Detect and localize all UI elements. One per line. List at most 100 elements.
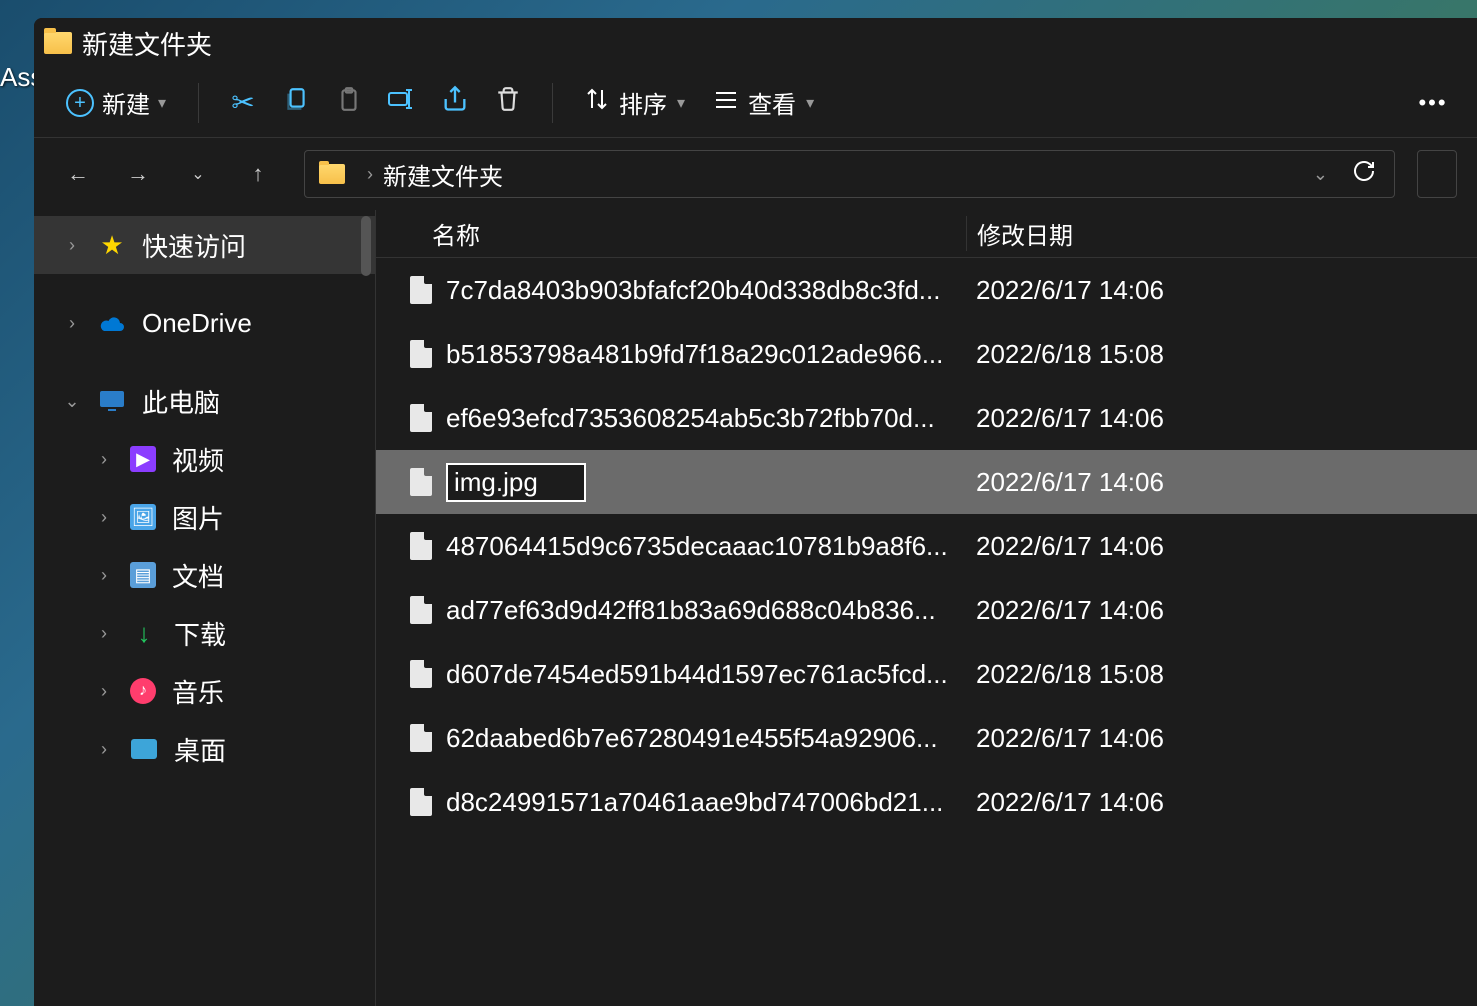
sort-icon [585, 87, 609, 118]
chevron-right-icon[interactable]: › [94, 739, 114, 760]
star-icon: ★ [98, 231, 126, 259]
chevron-right-icon[interactable]: › [94, 449, 114, 470]
document-icon: ▤ [130, 562, 156, 588]
file-icon [410, 660, 432, 688]
forward-button[interactable]: → [114, 150, 162, 198]
sidebar: › ★ 快速访问 › OneDrive ⌄ 此电脑 [34, 210, 376, 1006]
monitor-icon [98, 387, 126, 415]
chevron-down-icon[interactable]: ⌄ [1313, 164, 1328, 185]
paste-button[interactable] [325, 79, 373, 127]
scrollbar-thumb[interactable] [361, 216, 371, 276]
arrow-up-icon: ↑ [253, 161, 264, 187]
sidebar-item-downloads[interactable]: › ↓ 下载 [34, 604, 375, 662]
column-header-date[interactable]: 修改日期 [966, 216, 1477, 251]
sidebar-item-desktop[interactable]: › 桌面 [34, 720, 375, 778]
toolbar: + 新建 ▾ ✂ [34, 68, 1477, 138]
separator [198, 83, 199, 123]
file-name: 7c7da8403b903bfafcf20b40d338db8c3fd... [446, 275, 966, 306]
rename-input[interactable] [446, 463, 586, 502]
desktop-icon [130, 735, 158, 763]
chevron-down-icon: ▾ [158, 93, 166, 113]
recent-button[interactable]: ⌄ [174, 150, 222, 198]
chevron-down-icon: ▾ [677, 93, 685, 113]
copy-button[interactable] [272, 79, 320, 127]
sidebar-item-label: 音乐 [172, 673, 224, 710]
back-button[interactable]: ← [54, 150, 102, 198]
refresh-button[interactable] [1352, 159, 1376, 190]
chevron-down-icon[interactable]: ⌄ [62, 391, 82, 412]
sidebar-item-music[interactable]: › ♪ 音乐 [34, 662, 375, 720]
sidebar-item-label: 图片 [172, 499, 224, 536]
clipboard-icon [336, 85, 362, 120]
file-date: 2022/6/17 14:06 [966, 403, 1477, 434]
chevron-down-icon: ⌄ [191, 164, 204, 184]
sidebar-item-this-pc[interactable]: ⌄ 此电脑 [34, 372, 375, 430]
separator [552, 83, 553, 123]
file-date: 2022/6/17 14:06 [966, 723, 1477, 754]
chevron-right-icon[interactable]: › [62, 235, 82, 256]
rename-button[interactable] [378, 79, 426, 127]
sidebar-item-documents[interactable]: › ▤ 文档 [34, 546, 375, 604]
file-row[interactable]: d607de7454ed591b44d1597ec761ac5fcd...202… [376, 642, 1477, 706]
file-row[interactable]: 7c7da8403b903bfafcf20b40d338db8c3fd...20… [376, 258, 1477, 322]
file-icon [410, 532, 432, 560]
share-icon [441, 85, 469, 120]
file-row[interactable]: b51853798a481b9fd7f18a29c012ade966...202… [376, 322, 1477, 386]
new-button-label: 新建 [102, 85, 150, 120]
sidebar-item-pictures[interactable]: › 🖼 图片 [34, 488, 375, 546]
arrow-right-icon: → [127, 161, 149, 187]
search-box[interactable]: 🔍 [1417, 150, 1457, 198]
copy-icon [283, 85, 309, 120]
share-button[interactable] [431, 79, 479, 127]
address-folder[interactable]: 新建文件夹 [383, 157, 503, 192]
chevron-down-icon: ▾ [806, 93, 814, 113]
sidebar-item-label: 下载 [174, 615, 226, 652]
chevron-right-icon[interactable]: › [62, 313, 82, 334]
sort-button[interactable]: 排序 ▾ [573, 79, 697, 127]
rename-icon [387, 86, 417, 119]
chevron-right-icon[interactable]: › [94, 507, 114, 528]
view-button[interactable]: 查看 ▾ [702, 79, 826, 127]
arrow-left-icon: ← [67, 161, 89, 187]
file-list: 名称 修改日期 7c7da8403b903bfafcf20b40d338db8c… [376, 210, 1477, 1006]
download-icon: ↓ [130, 619, 158, 647]
file-row[interactable]: 2022/6/17 14:06 [376, 450, 1477, 514]
file-row[interactable]: ad77ef63d9d42ff81b83a69d688c04b836...202… [376, 578, 1477, 642]
address-bar[interactable]: › 新建文件夹 ⌄ [304, 150, 1395, 198]
file-row[interactable]: d8c24991571a70461aae9bd747006bd21...2022… [376, 770, 1477, 834]
video-icon: ▶ [130, 446, 156, 472]
file-icon [410, 340, 432, 368]
title-bar[interactable]: 新建文件夹 [34, 18, 1477, 68]
file-date: 2022/6/17 14:06 [966, 531, 1477, 562]
file-row[interactable]: 487064415d9c6735decaaac10781b9a8f6...202… [376, 514, 1477, 578]
sidebar-item-label: 文档 [172, 557, 224, 594]
chevron-right-icon[interactable]: › [94, 565, 114, 586]
file-name: ef6e93efcd7353608254ab5c3b72fbb70d... [446, 403, 966, 434]
more-button[interactable]: ••• [1409, 79, 1457, 127]
file-icon [410, 596, 432, 624]
view-icon [714, 89, 738, 117]
column-header-name[interactable]: 名称 [376, 216, 966, 251]
sidebar-item-quick-access[interactable]: › ★ 快速访问 [34, 216, 375, 274]
file-row[interactable]: 62daabed6b7e67280491e455f54a92906...2022… [376, 706, 1477, 770]
sidebar-item-label: 快速访问 [142, 227, 246, 264]
image-icon: 🖼 [130, 504, 156, 530]
file-row[interactable]: ef6e93efcd7353608254ab5c3b72fbb70d...202… [376, 386, 1477, 450]
chevron-right-icon[interactable]: › [94, 681, 114, 702]
cut-button[interactable]: ✂ [219, 79, 267, 127]
file-icon [410, 404, 432, 432]
up-button[interactable]: ↑ [234, 150, 282, 198]
chevron-right-icon[interactable]: › [94, 623, 114, 644]
sidebar-item-onedrive[interactable]: › OneDrive [34, 294, 375, 352]
new-button[interactable]: + 新建 ▾ [54, 79, 178, 127]
ellipsis-icon: ••• [1418, 90, 1447, 116]
content-area: › ★ 快速访问 › OneDrive ⌄ 此电脑 [34, 210, 1477, 1006]
delete-button[interactable] [484, 79, 532, 127]
scissors-icon: ✂ [231, 86, 254, 119]
list-header: 名称 修改日期 [376, 210, 1477, 258]
sidebar-item-label: 视频 [172, 441, 224, 478]
sidebar-item-videos[interactable]: › ▶ 视频 [34, 430, 375, 488]
folder-icon [44, 32, 72, 54]
file-date: 2022/6/17 14:06 [966, 787, 1477, 818]
music-icon: ♪ [130, 678, 156, 704]
